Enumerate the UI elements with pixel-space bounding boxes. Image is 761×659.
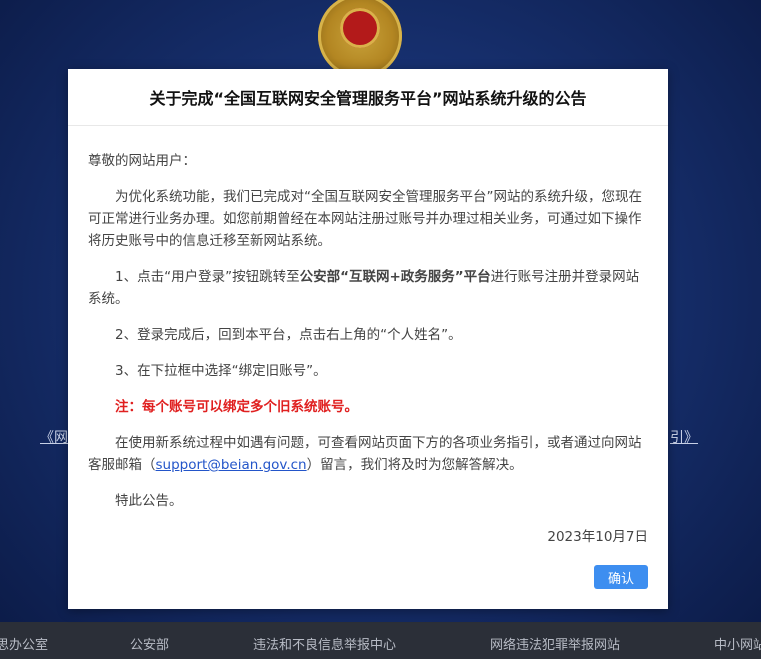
greeting-text: 尊敬的网站用户： <box>88 153 196 169</box>
police-emblem <box>318 0 402 78</box>
confirm-button[interactable]: 确认 <box>594 565 648 589</box>
closing-text: 特此公告。 <box>115 493 183 509</box>
footer-link-cybercrime-report[interactable]: 网络违法犯罪举报网站 <box>490 634 620 653</box>
notice-text: 注：每个账号可以绑定多个旧系统账号。 <box>115 399 358 415</box>
modal-body: 尊敬的网站用户： 为优化系统功能，我们已完成对“全国互联网安全管理服务平台”网站… <box>68 126 668 548</box>
announcement-modal: 关于完成“全国互联网安全管理服务平台”网站系统升级的公告 尊敬的网站用户： 为优… <box>68 69 668 609</box>
step-1-platform-name: 公安部“互联网+政务服务”平台 <box>299 269 491 285</box>
background-link-right[interactable]: 引》 <box>670 427 698 447</box>
support-email-link[interactable]: support@beian.gov.cn <box>156 457 307 473</box>
step-1: 1、点击“用户登录”按钮跳转至公安部“互联网+政务服务”平台进行账号注册并登录网… <box>88 266 648 310</box>
intro-paragraph: 为优化系统功能，我们已完成对“全国互联网安全管理服务平台”网站的系统升级，您现在… <box>88 189 642 249</box>
footer-link-mps[interactable]: 公安部 <box>130 634 169 653</box>
help-paragraph: 在使用新系统过程中如遇有问题，可查看网站页面下方的各项业务指引，或者通过向网站客… <box>88 432 648 476</box>
step-2: 2、登录完成后，回到本平台，点击右上角的“个人姓名”。 <box>115 327 462 343</box>
step-1-prefix: 1、点击“用户登录”按钮跳转至 <box>115 269 300 285</box>
footer-link-report-center[interactable]: 违法和不良信息举报中心 <box>253 634 396 653</box>
step-3: 3、在下拉框中选择“绑定旧账号”。 <box>115 363 327 379</box>
footer-link-office[interactable]: 思办公室 <box>0 634 48 653</box>
help-suffix: ）留言，我们将及时为您解答解决。 <box>306 457 523 473</box>
modal-title: 关于完成“全国互联网安全管理服务平台”网站系统升级的公告 <box>68 69 668 126</box>
announcement-date: 2023年10月7日 <box>547 529 648 545</box>
footer-link-small-sites[interactable]: 中小网站 <box>714 634 761 653</box>
footer-bar: 思办公室 公安部 违法和不良信息举报中心 网络违法犯罪举报网站 中小网站 <box>0 622 761 659</box>
